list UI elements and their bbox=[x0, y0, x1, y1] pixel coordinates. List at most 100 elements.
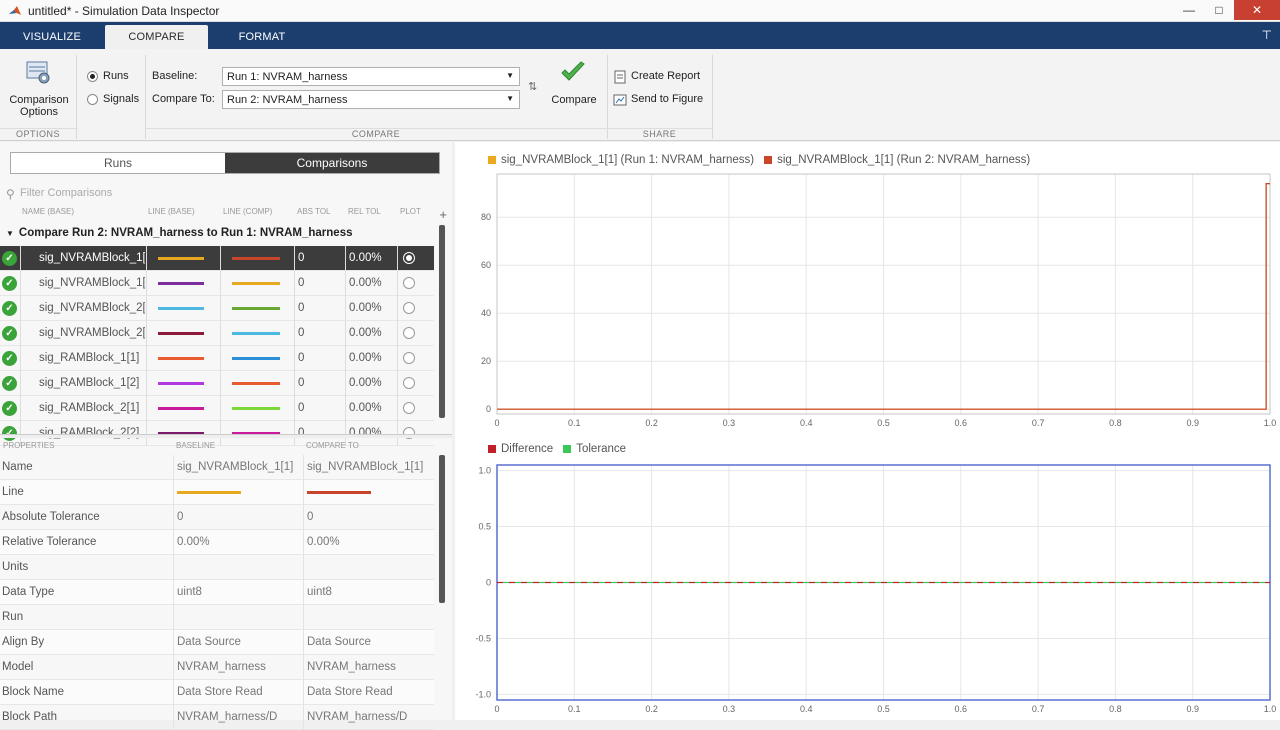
x-tick-label: 0.3 bbox=[723, 704, 736, 714]
column-divider bbox=[220, 246, 221, 271]
column-line-base[interactable]: LINE (BASE) bbox=[148, 207, 195, 216]
table-row[interactable]: ✓ sig_RAMBlock_2[1] 0 0.00% bbox=[0, 396, 434, 421]
plots-svg[interactable]: 0 0.1 0.2 0.3 0.4 0.5 0.6 0.7 0.8 0.9 1.0 0 20 40 60 80… bbox=[455, 142, 1280, 720]
column-properties: PROPERTIES bbox=[3, 441, 55, 450]
compare-to-dropdown[interactable]: Run 2: NVRAM_harness ▼ bbox=[222, 90, 520, 109]
abs-tol-value[interactable]: 0 bbox=[298, 277, 304, 289]
abs-tol-value[interactable]: 0 bbox=[298, 352, 304, 364]
property-key: Name bbox=[2, 461, 33, 473]
plot-radio[interactable] bbox=[403, 252, 415, 264]
table-row[interactable]: ✓ sig_NVRAMBlock_1[1] 0 0.00% bbox=[0, 246, 434, 271]
create-report-button[interactable]: Create Report bbox=[613, 69, 708, 85]
ribbon-tab-strip: VISUALIZE COMPARE FORMAT ⊤ bbox=[0, 22, 1280, 49]
comparison-group-header[interactable]: ▼ Compare Run 2: NVRAM_harness to Run 1:… bbox=[0, 223, 440, 243]
column-divider bbox=[146, 321, 147, 346]
comparison-browser: Runs Comparisons ⚲ Filter Comparisons NA… bbox=[0, 142, 452, 730]
abs-tol-value[interactable]: 0 bbox=[298, 327, 304, 339]
y-tick-label: 20 bbox=[481, 356, 491, 366]
baseline-line-swatch bbox=[158, 257, 204, 260]
x-tick-label: 0 bbox=[494, 704, 499, 714]
rel-tol-value[interactable]: 0.00% bbox=[349, 302, 382, 314]
tab-compare[interactable]: COMPARE bbox=[105, 25, 208, 49]
ribbon: Comparison Options Runs Signals Baseline… bbox=[0, 49, 1280, 141]
abs-tol-value[interactable]: 0 bbox=[298, 252, 304, 264]
property-key: Align By bbox=[2, 636, 45, 648]
column-divider bbox=[146, 246, 147, 271]
baseline-value: 0 bbox=[177, 511, 184, 523]
abs-tol-value[interactable]: 0 bbox=[298, 402, 304, 414]
tab-visualize[interactable]: VISUALIZE bbox=[0, 25, 104, 49]
filter-comparisons-input[interactable]: ⚲ Filter Comparisons bbox=[2, 187, 448, 203]
rel-tol-value[interactable]: 0.00% bbox=[349, 402, 382, 414]
column-name-base[interactable]: NAME (BASE) bbox=[22, 207, 74, 216]
send-to-figure-button[interactable]: Send to Figure bbox=[613, 92, 708, 108]
add-column-icon[interactable]: + bbox=[439, 207, 447, 222]
column-rel-tol[interactable]: REL TOL bbox=[348, 207, 381, 216]
compare-button[interactable]: Compare bbox=[548, 59, 600, 121]
column-divider bbox=[146, 371, 147, 396]
column-divider bbox=[220, 371, 221, 396]
chevron-down-icon: ▼ bbox=[506, 94, 514, 103]
signals-radio[interactable] bbox=[87, 94, 98, 105]
minimize-button[interactable]: — bbox=[1174, 0, 1204, 20]
table-row[interactable]: ✓ sig_NVRAMBlock_2[1] 0 0.00% bbox=[0, 296, 434, 321]
table-row[interactable]: ✓ sig_NVRAMBlock_1[2] 0 0.00% bbox=[0, 271, 434, 296]
expand-triangle-icon[interactable]: ▼ bbox=[6, 229, 14, 238]
x-tick-label: 0.9 bbox=[1186, 418, 1199, 428]
x-tick-label: 0.7 bbox=[1032, 418, 1045, 428]
plot-radio[interactable] bbox=[403, 327, 415, 339]
plot-radio[interactable] bbox=[403, 277, 415, 289]
property-row: Units bbox=[0, 555, 434, 580]
rel-tol-value[interactable]: 0.00% bbox=[349, 377, 382, 389]
baseline-line-swatch bbox=[158, 382, 204, 385]
column-baseline: BASELINE bbox=[176, 441, 216, 450]
table-row[interactable]: ✓ sig_RAMBlock_1[2] 0 0.00% bbox=[0, 371, 434, 396]
rel-tol-value[interactable]: 0.00% bbox=[349, 252, 382, 264]
compare-value: 0 bbox=[307, 511, 314, 523]
runs-toggle-button[interactable]: Runs bbox=[11, 153, 225, 173]
close-button[interactable]: ✕ bbox=[1234, 0, 1280, 20]
rel-tol-value[interactable]: 0.00% bbox=[349, 277, 382, 289]
collapse-ribbon-icon[interactable]: ⊤ bbox=[1262, 28, 1272, 42]
runs-radio[interactable] bbox=[87, 71, 98, 82]
pass-check-icon: ✓ bbox=[2, 351, 17, 366]
column-abs-tol[interactable]: ABS TOL bbox=[297, 207, 331, 216]
property-key: Units bbox=[2, 561, 29, 573]
baseline-value: sig_NVRAMBlock_1[1] bbox=[177, 461, 294, 473]
column-line-comp[interactable]: LINE (COMP) bbox=[223, 207, 272, 216]
swap-runs-icon[interactable]: ⇅ bbox=[528, 80, 537, 93]
table-row[interactable]: ✓ sig_NVRAMBlock_2[2] 0 0.00% bbox=[0, 321, 434, 346]
compare-to-label: Compare To: bbox=[152, 93, 215, 105]
comparison-options-button[interactable]: Comparison Options bbox=[6, 57, 72, 123]
maximize-button[interactable]: □ bbox=[1204, 0, 1234, 20]
y-tick-label: 0 bbox=[486, 578, 491, 588]
plot-radio[interactable] bbox=[403, 377, 415, 389]
comparison-group-title: Compare Run 2: NVRAM_harness to Run 1: N… bbox=[18, 227, 353, 239]
column-divider bbox=[220, 321, 221, 346]
abs-tol-value[interactable]: 0 bbox=[298, 377, 304, 389]
column-divider bbox=[397, 321, 398, 346]
column-divider bbox=[303, 605, 304, 630]
plot-radio[interactable] bbox=[403, 402, 415, 414]
abs-tol-value[interactable]: 0 bbox=[298, 302, 304, 314]
baseline-value: NVRAM_harness bbox=[177, 661, 266, 673]
column-divider bbox=[146, 396, 147, 421]
column-plot[interactable]: PLOT bbox=[400, 207, 421, 216]
comparison-table-scrollbar[interactable] bbox=[439, 225, 445, 418]
comparisons-toggle-button[interactable]: Comparisons bbox=[225, 153, 439, 173]
property-key: Run bbox=[2, 611, 24, 623]
plot-radio[interactable] bbox=[403, 302, 415, 314]
compare-button-label: Compare bbox=[551, 94, 597, 106]
signals-radio-label: Signals bbox=[103, 93, 140, 105]
panel-splitter[interactable] bbox=[0, 434, 452, 438]
plot-radio[interactable] bbox=[403, 352, 415, 364]
rel-tol-value[interactable]: 0.00% bbox=[349, 352, 382, 364]
table-row[interactable]: ✓ sig_RAMBlock_1[1] 0 0.00% bbox=[0, 346, 434, 371]
rel-tol-value[interactable]: 0.00% bbox=[349, 327, 382, 339]
column-divider bbox=[173, 680, 174, 705]
baseline-dropdown[interactable]: Run 1: NVRAM_harness ▼ bbox=[222, 67, 520, 86]
properties-scrollbar[interactable] bbox=[439, 455, 445, 603]
y-tick-label: 80 bbox=[481, 212, 491, 222]
tab-format[interactable]: FORMAT bbox=[210, 25, 314, 49]
column-divider bbox=[345, 396, 346, 421]
